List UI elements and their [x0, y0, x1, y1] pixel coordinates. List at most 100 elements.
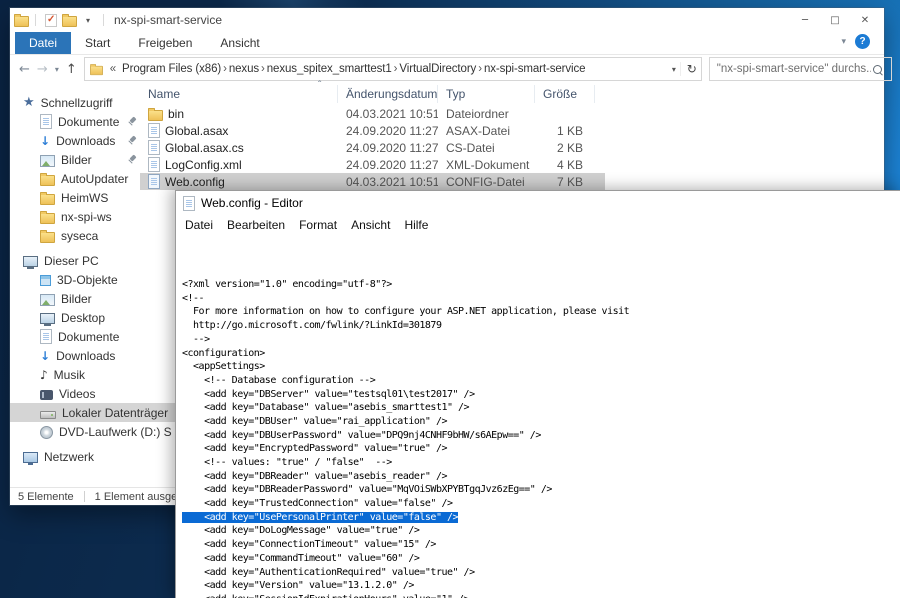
- code-line[interactable]: <add key="DBServer" value="testsql01\tes…: [182, 388, 900, 402]
- code-line[interactable]: <add key="ConnectionTimeout" value="15" …: [182, 538, 900, 552]
- code-line[interactable]: <!--: [182, 292, 900, 306]
- address-folder-icon: [90, 66, 103, 75]
- sidebar-item-heimws[interactable]: HeimWS: [10, 188, 140, 207]
- sidebar-item-autoupdater[interactable]: AutoUpdater: [10, 169, 140, 188]
- sidebar-group-header-dieser-pc[interactable]: Dieser PC: [10, 251, 140, 270]
- code-line[interactable]: For more information on how to configure…: [182, 305, 900, 319]
- sidebar-item-label: Musik: [54, 368, 85, 382]
- sidebar-item-desktop[interactable]: Desktop: [10, 308, 140, 327]
- column-header-typ[interactable]: Typ: [438, 85, 535, 103]
- menu-format[interactable]: Format: [292, 216, 344, 234]
- address-dropdown-icon[interactable]: ▾: [672, 65, 676, 74]
- code-line[interactable]: http://go.microsoft.com/fwlink/?LinkId=3…: [182, 319, 900, 333]
- file-row-global-asax[interactable]: Global.asax24.09.2020 11:27ASAX-Datei1 K…: [140, 122, 605, 139]
- sidebar-item-syseca[interactable]: syseca: [10, 226, 140, 245]
- code-line[interactable]: <add key="TrustedConnection" value="fals…: [182, 497, 900, 511]
- sidebar-item-dokumente[interactable]: Dokumente: [10, 327, 140, 346]
- code-line[interactable]: <add key="DBUserPassword" value="DPQ9nj4…: [182, 429, 900, 443]
- code-line[interactable]: <add key="Database" value="asebis_smartt…: [182, 401, 900, 415]
- search-icon[interactable]: [873, 65, 882, 74]
- sidebar-item-downloads[interactable]: ↓Downloads: [10, 346, 140, 365]
- recent-locations-icon[interactable]: ▾: [55, 65, 59, 74]
- breadcrumb-item-nexus[interactable]: nexus: [229, 63, 259, 75]
- file-name: Web.config: [165, 175, 225, 189]
- breadcrumb-item-nx-spi-smart-service[interactable]: nx-spi-smart-service: [484, 63, 586, 75]
- sidebar-item-bilder[interactable]: Bilder: [10, 289, 140, 308]
- sidebar-item-videos[interactable]: Videos: [10, 384, 140, 403]
- breadcrumb-bar[interactable]: « Program Files (x86)›nexus›nexus_spitex…: [84, 57, 702, 81]
- code-line[interactable]: <add key="EncryptedPassword" value="true…: [182, 442, 900, 456]
- tab-ansicht[interactable]: Ansicht: [206, 32, 273, 54]
- sidebar-item-dokumente[interactable]: Dokumente: [10, 112, 140, 131]
- menu-ansicht[interactable]: Ansicht: [344, 216, 397, 234]
- highlighted-code-line: <add key="UsePersonalPrinter" value="fal…: [182, 512, 458, 523]
- sidebar-item-3d-objekte[interactable]: 3D-Objekte: [10, 270, 140, 289]
- help-button[interactable]: ?: [855, 34, 870, 49]
- code-line[interactable]: <add key="DBUser" value="rai_application…: [182, 415, 900, 429]
- code-line[interactable]: <add key="CommandTimeout" value="60" />: [182, 552, 900, 566]
- sidebar-item-downloads[interactable]: ↓Downloads: [10, 131, 140, 150]
- tab-datei[interactable]: Datei: [15, 32, 71, 54]
- sidebar-item-nx-spi-ws[interactable]: nx-spi-ws: [10, 207, 140, 226]
- code-line[interactable]: <appSettings>: [182, 360, 900, 374]
- menu-hilfe[interactable]: Hilfe: [397, 216, 435, 234]
- maximize-button[interactable]: □: [820, 9, 850, 31]
- down-icon: ↓: [40, 350, 50, 362]
- sidebar-item-musik[interactable]: ♪Musik: [10, 365, 140, 384]
- code-line-text: <add key="DoLogMessage" value="true" />: [182, 525, 419, 536]
- code-line[interactable]: <add key="DBReaderPassword" value="MqVOi…: [182, 483, 900, 497]
- file-row-web-config[interactable]: Web.config04.03.2021 10:51CONFIG-Datei7 …: [140, 173, 605, 190]
- sidebar-item-dvd-laufwerk-d-s[interactable]: DVD-Laufwerk (D:) S: [10, 422, 140, 441]
- breadcrumb-item-virtualdirectory[interactable]: VirtualDirectory: [399, 63, 476, 75]
- sidebar-item-bilder[interactable]: Bilder: [10, 150, 140, 169]
- qat-customize-button[interactable]: ▾: [81, 11, 95, 29]
- notepad-text[interactable]: <?xml version="1.0" encoding="utf-8"?><!…: [176, 234, 900, 598]
- code-line-text: <add key="TrustedConnection" value="fals…: [182, 498, 453, 509]
- column-header-gr-e[interactable]: Größe: [535, 85, 595, 103]
- page-icon: [148, 140, 160, 155]
- menu-datei[interactable]: Datei: [178, 216, 220, 234]
- forward-button[interactable]: →: [37, 62, 48, 77]
- file-row-logconfig-xml[interactable]: LogConfig.xml24.09.2020 11:27XML-Dokumen…: [140, 156, 605, 173]
- code-line[interactable]: <add key="DoLogMessage" value="true" />: [182, 524, 900, 538]
- sidebar-group-header-netzwerk[interactable]: Netzwerk: [10, 447, 140, 466]
- code-line[interactable]: <add key="SessionIdExpirationHours" valu…: [182, 593, 900, 598]
- code-line[interactable]: <add key="DBReader" value="asebis_reader…: [182, 470, 900, 484]
- ribbon-expand-icon[interactable]: ▾: [841, 36, 846, 47]
- sidebar-item-label: Videos: [59, 387, 95, 401]
- qat-properties-button[interactable]: [44, 11, 58, 29]
- file-row-global-asax-cs[interactable]: Global.asax.cs24.09.2020 11:27CS-Datei2 …: [140, 139, 605, 156]
- desktop: ▾ nx-spi-smart-service ─ □ ✕ DateiStartF…: [0, 0, 900, 598]
- code-line[interactable]: <add key="AuthenticationRequired" value=…: [182, 566, 900, 580]
- column-header-name[interactable]: Name: [140, 85, 338, 103]
- code-line[interactable]: <!-- Database configuration -->: [182, 374, 900, 388]
- tab-start[interactable]: Start: [71, 32, 124, 54]
- code-line[interactable]: <add key="UsePersonalPrinter" value="fal…: [182, 511, 900, 525]
- menu-bearbeiten[interactable]: Bearbeiten: [220, 216, 292, 234]
- sidebar-group-header-schnellzugriff[interactable]: ★Schnellzugriff: [10, 93, 140, 112]
- code-line[interactable]: <configuration>: [182, 347, 900, 361]
- code-line[interactable]: <add key="Version" value="13.1.2.0" />: [182, 579, 900, 593]
- tab-freigeben[interactable]: Freigeben: [124, 32, 206, 54]
- sidebar-item-lokaler-datentr-ger[interactable]: Lokaler Datenträger: [10, 403, 190, 422]
- qat-new-folder-button[interactable]: [62, 11, 77, 29]
- file-name-cell: Web.config: [140, 174, 338, 189]
- file-row-bin[interactable]: bin04.03.2021 10:51Dateiordner: [140, 105, 605, 122]
- code-line[interactable]: <!-- values: "true" / "false" -->: [182, 456, 900, 470]
- minimize-button[interactable]: ─: [790, 9, 820, 31]
- column-header-nderungsdatum[interactable]: Änderungsdatum: [338, 85, 438, 103]
- breadcrumb-item-program-files-x86[interactable]: Program Files (x86): [122, 63, 221, 75]
- up-button[interactable]: ↑: [66, 62, 77, 77]
- refresh-icon[interactable]: ↻: [680, 62, 697, 76]
- back-button[interactable]: ←: [19, 62, 30, 77]
- code-line[interactable]: -->: [182, 333, 900, 347]
- search-input[interactable]: [715, 62, 873, 76]
- close-button[interactable]: ✕: [850, 9, 880, 31]
- explorer-titlebar[interactable]: ▾ nx-spi-smart-service ─ □ ✕: [10, 8, 884, 32]
- file-date: 04.03.2021 10:51: [338, 175, 438, 189]
- window-controls: ─ □ ✕: [790, 9, 880, 31]
- breadcrumb-item-nexus-spitex-smarttest1[interactable]: nexus_spitex_smarttest1: [267, 63, 392, 75]
- code-line[interactable]: <?xml version="1.0" encoding="utf-8"?>: [182, 278, 900, 292]
- file-date: 24.09.2020 11:27: [338, 158, 438, 172]
- notepad-titlebar[interactable]: Web.config - Editor: [176, 191, 900, 215]
